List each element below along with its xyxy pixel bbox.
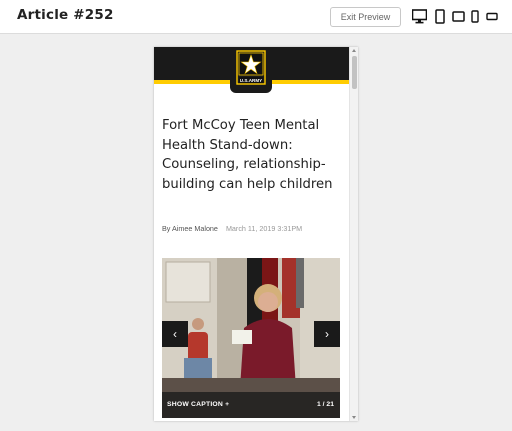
logo-wordmark: U.S.ARMY — [240, 78, 262, 83]
author-name[interactable]: By Aimee Malone — [162, 224, 218, 233]
caption-bar: SHOW CAPTION + 1 / 21 — [162, 392, 340, 418]
byline: By Aimee Malone March 11, 2019 3:31PM — [162, 224, 302, 233]
scroll-down-arrow-icon[interactable] — [352, 416, 356, 419]
tablet-landscape-icon[interactable] — [452, 9, 465, 24]
page-title: Article #252 — [17, 7, 114, 23]
desktop-icon[interactable] — [412, 9, 427, 24]
slide-counter: 1 / 21 — [316, 401, 334, 408]
tablet-portrait-icon[interactable] — [435, 9, 445, 24]
exit-preview-button[interactable]: Exit Preview — [330, 7, 401, 27]
phone-portrait-icon[interactable] — [471, 9, 479, 24]
phone-landscape-icon[interactable] — [486, 9, 498, 24]
scroll-up-arrow-icon[interactable] — [352, 49, 356, 52]
slideshow: ‹ › SHOW CAPTION + 1 / 21 — [162, 258, 340, 418]
mobile-preview-frame: U.S.ARMY Fort McCoy Teen Mental Health S… — [154, 47, 358, 421]
show-caption-button[interactable]: SHOW CAPTION + — [167, 401, 229, 408]
article-headline: Fort McCoy Teen Mental Health Stand-down… — [162, 118, 333, 193]
publish-date: March 11, 2019 3:31PM — [225, 224, 303, 233]
army-logo[interactable]: U.S.ARMY — [230, 47, 272, 93]
slideshow-next-button[interactable]: › — [314, 321, 340, 347]
scroll-thumb[interactable] — [352, 56, 357, 89]
preview-scrollbar[interactable] — [349, 47, 358, 421]
slideshow-prev-button[interactable]: ‹ — [162, 321, 188, 347]
preview-header: Article #252 Exit Preview — [0, 0, 512, 34]
